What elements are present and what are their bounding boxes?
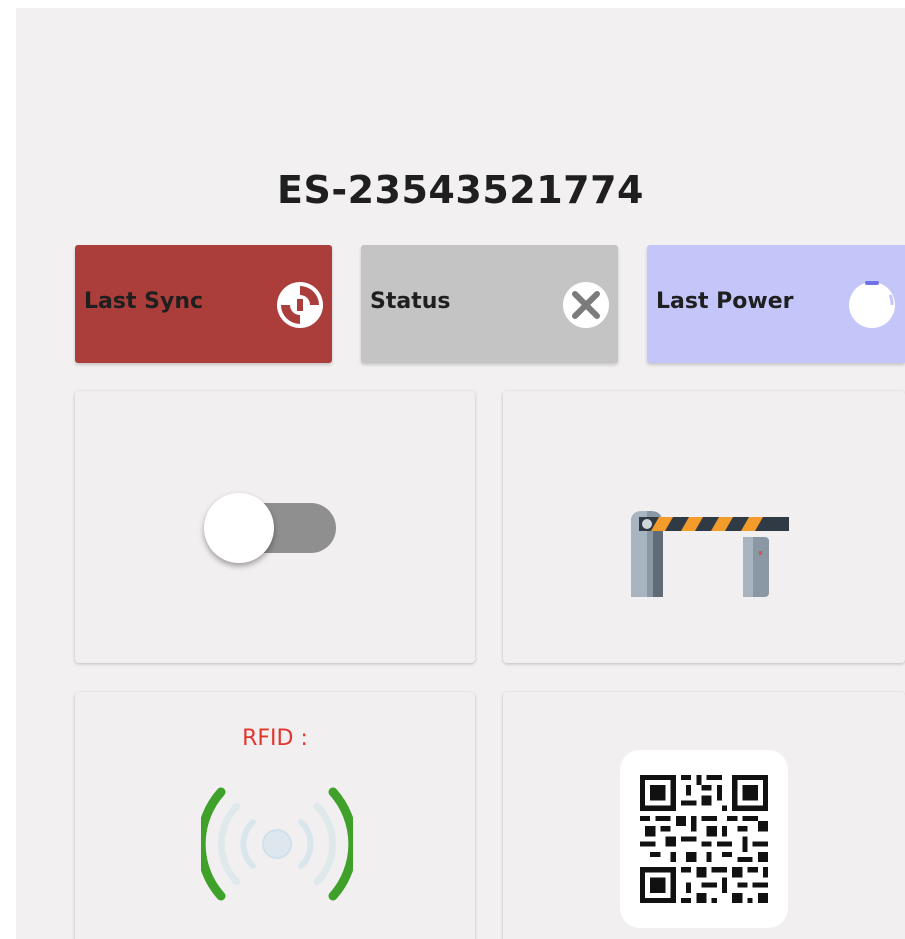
device-id-title: ES-23543521774 xyxy=(277,168,644,212)
toggle-knob xyxy=(204,493,274,563)
toggle-tile[interactable] xyxy=(75,391,475,663)
barrier-gate-icon xyxy=(631,511,789,597)
status-label: Status xyxy=(370,289,451,314)
rfid-tile[interactable]: RFID : xyxy=(75,692,475,939)
rfid-label: RFID : xyxy=(242,726,308,751)
qr-code-icon xyxy=(640,775,768,903)
last-power-label: Last Power xyxy=(656,289,794,314)
status-card[interactable]: Status xyxy=(361,245,618,363)
last-sync-label: Last Sync xyxy=(84,289,204,314)
qr-code-box xyxy=(620,750,788,928)
power-icon xyxy=(849,281,895,328)
app-screen: ES-23543521774 Last Sync Status Last Pow… xyxy=(16,8,905,939)
sync-icon xyxy=(277,282,323,328)
last-sync-card[interactable]: Last Sync xyxy=(75,245,332,363)
close-circle-icon xyxy=(563,282,609,328)
rfid-signal-icon xyxy=(201,787,353,901)
barrier-tile[interactable] xyxy=(503,391,905,663)
qr-tile[interactable] xyxy=(503,692,905,939)
last-power-card[interactable]: Last Power xyxy=(647,245,905,363)
